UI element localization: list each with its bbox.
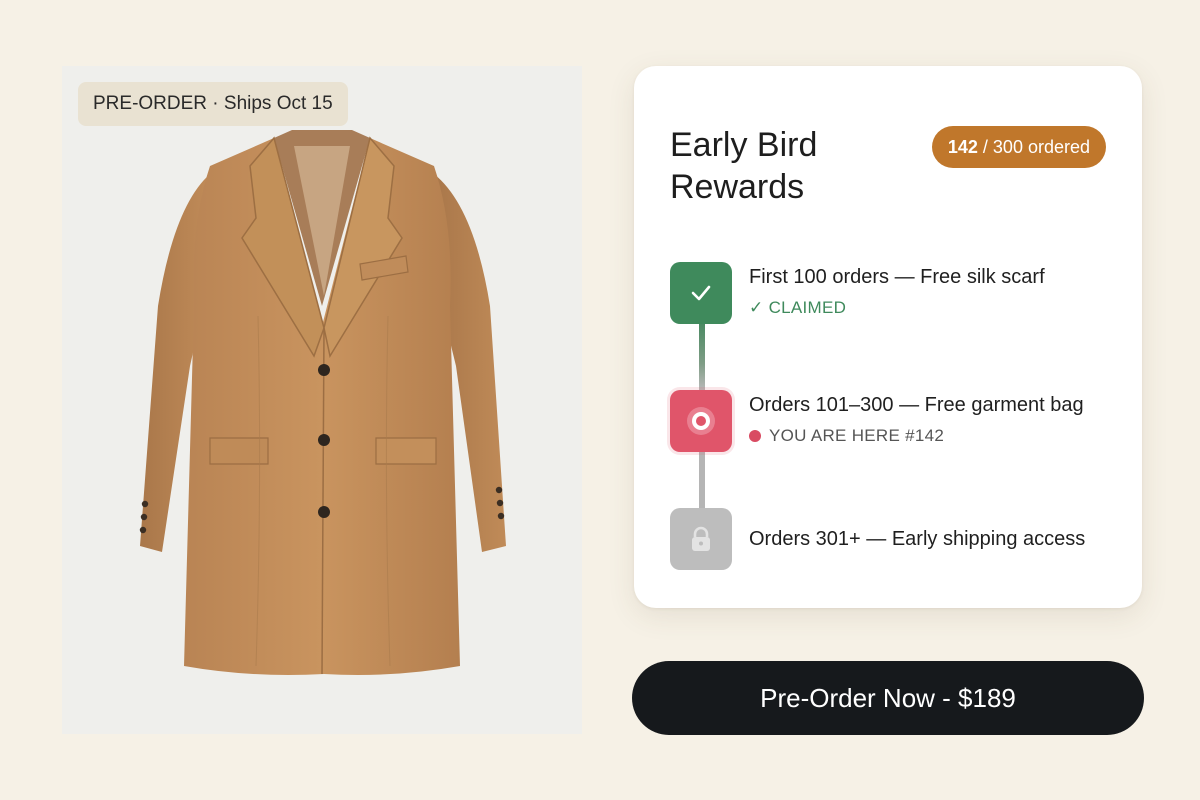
tier-title-first-100: First 100 orders — Free silk scarf (749, 266, 1045, 288)
tier-connector (699, 452, 705, 512)
target-icon (670, 390, 732, 452)
current-dot-icon (749, 430, 761, 442)
order-count-total: / 300 ordered (977, 137, 1090, 157)
preorder-badge: PRE-ORDER · Ships Oct 15 (78, 82, 348, 126)
current-position-label: YOU ARE HERE #142 (769, 426, 945, 445)
current-position-status: YOU ARE HERE #142 (749, 426, 944, 446)
early-bird-rewards-card: Early Bird Rewards 142 / 300 ordered Fir… (634, 66, 1142, 608)
coat-image (139, 130, 506, 675)
tier-title-301-plus: Orders 301+ — Early shipping access (749, 528, 1086, 550)
tier-connector (699, 324, 705, 390)
checkmark-icon (670, 262, 732, 324)
product-image: PRE-ORDER · Ships Oct 15 (62, 66, 582, 734)
order-count-number: 142 (947, 137, 978, 157)
lock-icon (670, 508, 732, 570)
tier-title-101-300: Orders 101–300 — Free garment bag (749, 394, 1084, 416)
pre-order-button[interactable]: Pre-Order Now - $189 (632, 661, 1144, 735)
order-count-badge: 142 / 300 ordered (931, 126, 1106, 168)
claimed-status: ✓ CLAIMED (749, 298, 847, 317)
rewards-title: Early Bird Rewards (670, 126, 818, 206)
